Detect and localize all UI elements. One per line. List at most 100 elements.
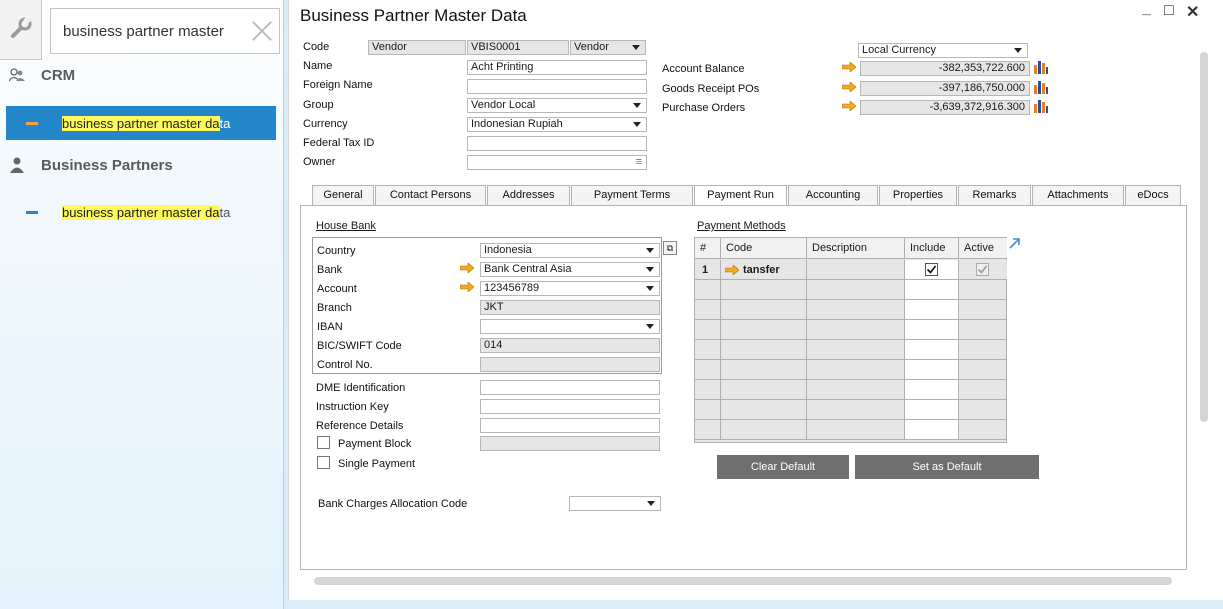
grid-cell[interactable] — [695, 360, 721, 380]
horizontal-scrollbar[interactable] — [314, 577, 1172, 585]
bank-charges-label: Bank Charges Allocation Code — [318, 498, 468, 510]
grid-cell[interactable] — [959, 360, 1007, 380]
grid-cell[interactable] — [695, 420, 721, 440]
tab-accounting[interactable]: Accounting — [788, 185, 878, 206]
grid-cell[interactable] — [807, 420, 905, 440]
close-button[interactable]: ✕ — [1186, 2, 1199, 22]
grid-cell[interactable] — [905, 420, 959, 440]
maximize-button[interactable]: □ — [1164, 2, 1174, 20]
grid-cell[interactable] — [959, 400, 1007, 420]
grid-cell[interactable]: tansfer — [721, 260, 807, 280]
include-checkbox[interactable] — [925, 263, 938, 276]
grid-cell[interactable] — [905, 360, 959, 380]
tab-payment-terms[interactable]: Payment Terms — [571, 185, 693, 206]
grid-cell[interactable] — [721, 340, 807, 360]
tab-addresses[interactable]: Addresses — [487, 185, 570, 206]
grid-cell[interactable] — [695, 380, 721, 400]
settings-button[interactable] — [0, 0, 42, 60]
grid-cell[interactable] — [807, 380, 905, 400]
grid-cell[interactable] — [721, 300, 807, 320]
link-arrow-icon[interactable] — [842, 101, 856, 111]
grid-cell[interactable] — [959, 300, 1007, 320]
link-arrow-icon[interactable] — [460, 263, 474, 273]
list-icon[interactable]: ≡ — [636, 156, 642, 169]
bar-chart-icon[interactable] — [1034, 81, 1048, 94]
bank-charges-dropdown[interactable] — [569, 496, 661, 511]
name-field[interactable]: Acht Printing — [467, 60, 647, 75]
tab-contact-persons[interactable]: Contact Persons — [375, 185, 486, 206]
account-dropdown[interactable]: 123456789 — [480, 281, 660, 296]
link-arrow-icon[interactable] — [460, 282, 474, 292]
search-input[interactable]: business partner master — [50, 8, 280, 54]
grid-cell[interactable] — [959, 380, 1007, 400]
tab-remarks[interactable]: Remarks — [958, 185, 1031, 206]
link-arrow-icon[interactable] — [842, 62, 856, 72]
link-arrow-icon[interactable] — [724, 264, 740, 278]
grid-cell[interactable] — [959, 280, 1007, 300]
grid-cell[interactable] — [905, 260, 959, 280]
bank-dropdown[interactable]: Bank Central Asia — [480, 262, 660, 277]
minimize-button[interactable]: _ — [1142, 0, 1151, 18]
grid-cell[interactable] — [959, 420, 1007, 440]
grid-cell[interactable] — [905, 380, 959, 400]
tab-attachments[interactable]: Attachments — [1032, 185, 1124, 206]
expand-icon[interactable] — [1008, 237, 1021, 250]
link-arrow-icon[interactable] — [842, 82, 856, 92]
search-result-business-partners[interactable]: business partner master da ta — [6, 195, 276, 229]
grid-cell[interactable] — [905, 280, 959, 300]
dme-field[interactable] — [480, 380, 660, 395]
grid-cell[interactable] — [959, 320, 1007, 340]
grid-cell[interactable] — [721, 320, 807, 340]
grid-cell[interactable] — [807, 300, 905, 320]
owner-field[interactable]: ≡ — [467, 155, 647, 170]
tab-properties[interactable]: Properties — [879, 185, 957, 206]
foreign-name-field[interactable] — [467, 79, 647, 94]
vertical-scrollbar[interactable] — [1200, 52, 1208, 422]
clear-default-button[interactable]: Clear Default — [717, 455, 849, 479]
grid-cell[interactable] — [807, 340, 905, 360]
group-dropdown[interactable]: Vendor Local — [467, 98, 647, 113]
clear-search-icon[interactable] — [249, 18, 275, 44]
iban-dropdown[interactable] — [480, 319, 660, 334]
grid-cell[interactable] — [695, 300, 721, 320]
set-as-default-button[interactable]: Set as Default — [855, 455, 1039, 479]
single-payment-checkbox[interactable] — [317, 456, 330, 469]
code-type-dropdown[interactable]: Vendor — [570, 40, 646, 55]
grid-cell[interactable] — [807, 320, 905, 340]
grid-cell[interactable]: 1 — [695, 260, 721, 280]
federal-tax-field[interactable] — [467, 136, 647, 151]
instruction-key-field[interactable] — [480, 399, 660, 414]
currency-view-dropdown[interactable]: Local Currency — [858, 43, 1028, 58]
grid-cell[interactable] — [721, 280, 807, 300]
grid-cell[interactable] — [905, 340, 959, 360]
grid-cell[interactable] — [695, 320, 721, 340]
grid-cell[interactable] — [695, 340, 721, 360]
grid-cell[interactable] — [807, 400, 905, 420]
grid-cell[interactable] — [721, 420, 807, 440]
grid-cell[interactable] — [721, 400, 807, 420]
grid-cell[interactable] — [807, 360, 905, 380]
tab-general[interactable]: General — [312, 185, 374, 206]
grid-cell[interactable] — [807, 260, 905, 280]
grid-cell[interactable] — [721, 380, 807, 400]
grid-cell[interactable] — [905, 300, 959, 320]
bar-chart-icon[interactable] — [1034, 100, 1048, 113]
copy-icon[interactable]: ⧉ — [663, 241, 677, 255]
country-dropdown[interactable]: Indonesia — [480, 243, 660, 258]
grid-cell[interactable] — [721, 360, 807, 380]
grid-cell[interactable] — [959, 260, 1007, 280]
payment-block-checkbox[interactable] — [317, 436, 330, 449]
currency-dropdown[interactable]: Indonesian Rupiah — [467, 117, 647, 132]
grid-cell[interactable] — [905, 400, 959, 420]
search-result-crm[interactable]: business partner master da ta — [6, 106, 276, 140]
code-field[interactable]: VBIS0001 — [467, 40, 569, 55]
grid-cell[interactable] — [695, 280, 721, 300]
bar-chart-icon[interactable] — [1034, 61, 1048, 74]
tab-payment-run[interactable]: Payment Run — [694, 185, 787, 207]
grid-cell[interactable] — [695, 400, 721, 420]
grid-cell[interactable] — [905, 320, 959, 340]
grid-cell[interactable] — [959, 340, 1007, 360]
reference-details-field[interactable] — [480, 418, 660, 433]
grid-cell[interactable] — [807, 280, 905, 300]
tab-edocs[interactable]: eDocs — [1125, 185, 1181, 206]
